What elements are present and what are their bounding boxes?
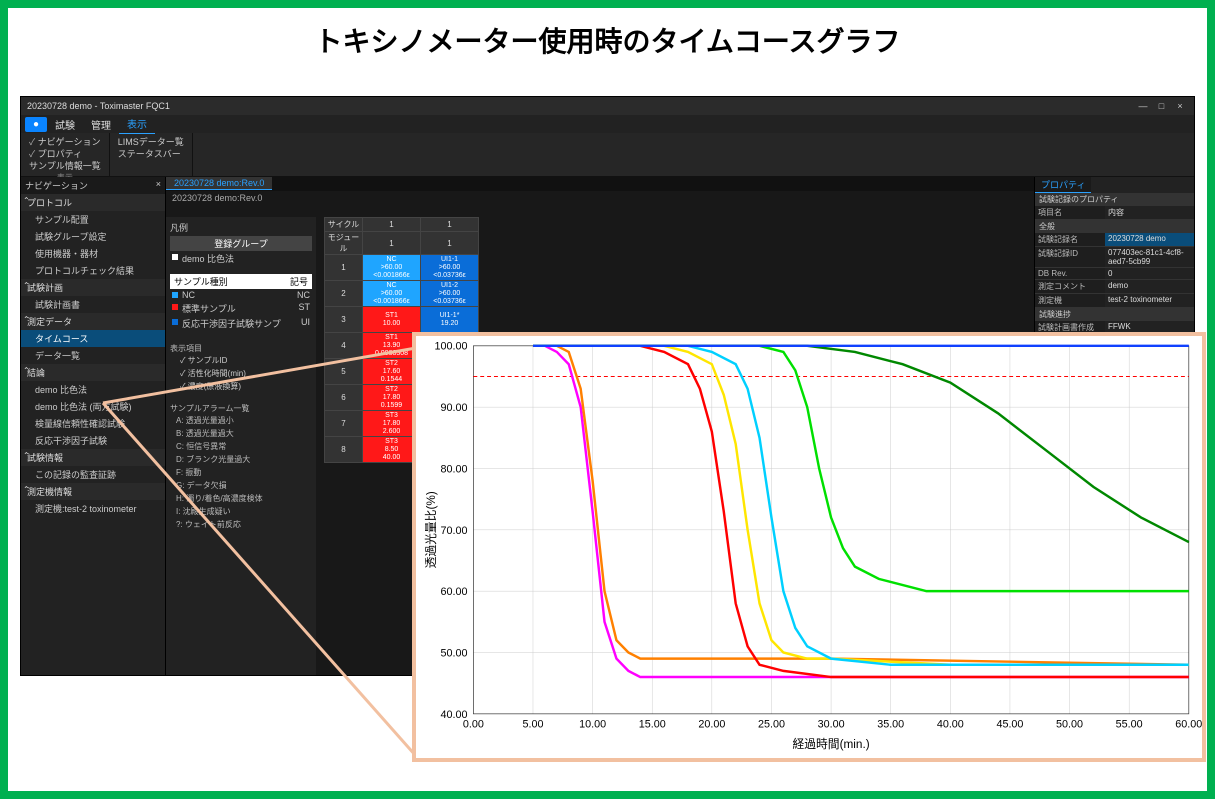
alarm-item: G: データ欠損 <box>170 479 312 492</box>
alarm-item: H: 濁り/着色/高濃度検体 <box>170 492 312 505</box>
nav-header: ナビゲーション <box>25 179 88 192</box>
menu-view[interactable]: 表示 <box>119 114 155 134</box>
prop-group-general[interactable]: 全般 <box>1035 220 1194 233</box>
display-item[interactable]: ✓ 活性化時間(min) <box>170 367 312 380</box>
svg-text:15.00: 15.00 <box>639 719 666 731</box>
nav-item[interactable]: demo 比色法 (両方試験) <box>21 398 165 415</box>
minimize-button[interactable]: — <box>1135 101 1151 111</box>
svg-text:10.00: 10.00 <box>579 719 606 731</box>
legend-type-row[interactable]: 標準サンプルST <box>170 301 312 316</box>
nav-close-icon[interactable]: × <box>156 179 161 192</box>
nav-item[interactable]: 測定機:test-2 toxinometer <box>21 500 165 517</box>
nav-item[interactable]: データ一覧 <box>21 347 165 364</box>
property-section: 試験記録のプロパティ <box>1035 193 1194 206</box>
alarm-list-header: サンプルアラーム一覧 <box>170 403 312 414</box>
alarm-item: C: 恒信号異常 <box>170 440 312 453</box>
svg-text:60.00: 60.00 <box>440 586 467 598</box>
breadcrumb: 20230728 demo:Rev.0 <box>166 191 1034 205</box>
ribbon-navigation[interactable]: ナビゲーション <box>29 136 101 148</box>
svg-text:35.00: 35.00 <box>877 719 904 731</box>
home-button[interactable]: ● <box>25 117 47 132</box>
property-row[interactable]: 測定機test-2 toxinometer <box>1035 294 1194 308</box>
svg-text:透過光量比(%): 透過光量比(%) <box>424 491 438 568</box>
svg-text:70.00: 70.00 <box>440 525 467 537</box>
ribbon-property[interactable]: プロパティ <box>29 148 101 160</box>
alarm-item: ?: ウェイト前反応 <box>170 518 312 531</box>
nav-item[interactable]: 使用機器・器材 <box>21 245 165 262</box>
prop-group-progress[interactable]: 試験進捗 <box>1035 308 1194 321</box>
legend-type-sym: 記号 <box>290 275 308 288</box>
alarm-item: B: 透過光量過大 <box>170 427 312 440</box>
legend-type-row[interactable]: NCNC <box>170 289 312 301</box>
nav-item[interactable]: ⌃測定データ <box>21 313 165 330</box>
menu-test[interactable]: 試験 <box>47 115 83 134</box>
svg-text:55.00: 55.00 <box>1116 719 1143 731</box>
svg-text:45.00: 45.00 <box>996 719 1023 731</box>
legend-group-label: 登録グループ <box>170 236 312 251</box>
property-row[interactable]: 測定コメントdemo <box>1035 280 1194 294</box>
property-row[interactable]: 試験記録ID077403ec-81c1-4cf8-aed7-5cb99 <box>1035 247 1194 268</box>
nav-item[interactable]: ⌃試験計画 <box>21 279 165 296</box>
nav-item[interactable]: 検量線信頼性確認試験 <box>21 415 165 432</box>
property-row[interactable]: 試験記録名20230728 demo <box>1035 233 1194 247</box>
display-item[interactable]: ✓ サンプルID <box>170 354 312 367</box>
page-title: トキシノメーター使用時のタイムコースグラフ <box>8 8 1207 74</box>
nav-item[interactable]: 反応干渉因子試験 <box>21 432 165 449</box>
svg-text:90.00: 90.00 <box>440 402 467 414</box>
maximize-button[interactable]: □ <box>1153 101 1169 111</box>
nav-item[interactable]: ⌃試験情報 <box>21 449 165 466</box>
property-row[interactable]: DB Rev.0 <box>1035 268 1194 280</box>
close-button[interactable]: × <box>1172 101 1188 111</box>
nav-item[interactable]: プロトコルチェック結果 <box>21 262 165 279</box>
svg-text:30.00: 30.00 <box>818 719 845 731</box>
navigation-panel: ナビゲーション × ⌃プロトコルサンプル配置試験グループ設定使用機器・器材プロトコ… <box>21 177 166 675</box>
nav-item[interactable]: 試験計画書 <box>21 296 165 313</box>
nav-item[interactable]: demo 比色法 <box>21 381 165 398</box>
timecourse-chart: 0.005.0010.0015.0020.0025.0030.0035.0040… <box>412 332 1206 762</box>
alarm-item: A: 透過光量過小 <box>170 414 312 427</box>
legend-header: 凡例 <box>170 221 312 234</box>
nav-item[interactable]: ⌃プロトコル <box>21 194 165 211</box>
property-tab[interactable]: プロパティ <box>1035 177 1091 193</box>
legend-panel: 凡例 登録グループ demo 比色法 サンプル種別 記号 NCNC標準サンプルST… <box>166 217 316 675</box>
nav-item[interactable]: 試験グループ設定 <box>21 228 165 245</box>
nav-item[interactable]: この記録の監査証跡 <box>21 466 165 483</box>
ribbon-statusbar[interactable]: ステータスバー <box>118 148 184 160</box>
svg-text:80.00: 80.00 <box>440 463 467 475</box>
nav-item[interactable]: ⌃測定機情報 <box>21 483 165 500</box>
nav-item[interactable]: タイムコース <box>21 330 165 347</box>
alarm-item: D: ブランク光量過大 <box>170 453 312 466</box>
svg-text:50.00: 50.00 <box>440 647 467 659</box>
display-item[interactable]: ✓ 濃度(原液換算) <box>170 380 312 393</box>
legend-type-row[interactable]: 反応干渉因子試験サンプUI <box>170 316 312 331</box>
window-titlebar: 20230728 demo - Toximaster FQC1 — □ × <box>21 97 1194 115</box>
document-tab[interactable]: 20230728 demo:Rev.0 <box>166 177 272 190</box>
alarm-item: F: 振動 <box>170 466 312 479</box>
svg-text:20.00: 20.00 <box>698 719 725 731</box>
prop-col-name: 項目名 <box>1035 206 1105 219</box>
prop-col-value: 内容 <box>1105 206 1194 219</box>
svg-text:40.00: 40.00 <box>440 709 467 721</box>
ribbon-sample-info[interactable]: サンプル情報一覧 <box>29 160 101 172</box>
menubar: ● 試験 管理 表示 <box>21 115 1194 133</box>
display-items-header: 表示項目 <box>170 343 312 354</box>
svg-text:50.00: 50.00 <box>1056 719 1083 731</box>
nav-item[interactable]: サンプル配置 <box>21 211 165 228</box>
ribbon-lims[interactable]: LIMSデーター覧 <box>118 136 184 148</box>
svg-text:5.00: 5.00 <box>522 719 543 731</box>
alarm-item: I: 沈殿生成疑い <box>170 505 312 518</box>
legend-group-item[interactable]: demo 比色法 <box>170 251 312 266</box>
svg-text:40.00: 40.00 <box>937 719 964 731</box>
svg-text:60.00: 60.00 <box>1175 719 1202 731</box>
ribbon: ナビゲーション プロパティ サンプル情報一覧 表示 LIMSデーター覧 ステータ… <box>21 133 1194 177</box>
svg-text:25.00: 25.00 <box>758 719 785 731</box>
window-title: 20230728 demo - Toximaster FQC1 <box>27 101 1135 111</box>
svg-text:100.00: 100.00 <box>434 341 467 353</box>
svg-text:経過時間(min.): 経過時間(min.) <box>793 738 870 751</box>
legend-type-label: サンプル種別 <box>174 275 228 288</box>
nav-item[interactable]: ⌃結論 <box>21 364 165 381</box>
menu-manage[interactable]: 管理 <box>83 115 119 134</box>
